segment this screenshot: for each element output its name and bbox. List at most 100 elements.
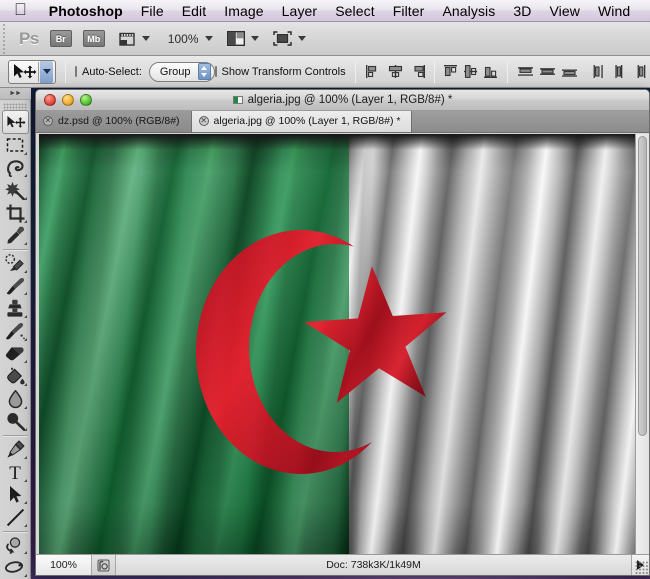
tool-horizontal-type[interactable]: T bbox=[2, 461, 29, 484]
screen-mode-button[interactable] bbox=[272, 31, 306, 46]
tool-line[interactable] bbox=[2, 506, 29, 529]
tool-move[interactable] bbox=[1, 110, 29, 134]
svg-text:T: T bbox=[9, 463, 21, 482]
launch-mini-bridge-button[interactable]: Mb bbox=[82, 30, 105, 47]
distribute-buttons-group bbox=[517, 64, 649, 79]
menu-item-image[interactable]: Image bbox=[215, 3, 272, 19]
line-tool-icon bbox=[6, 508, 24, 527]
tool-eyedropper[interactable] bbox=[2, 225, 29, 248]
menu-item-filter[interactable]: Filter bbox=[384, 3, 434, 19]
apple-icon[interactable]:  bbox=[14, 1, 27, 18]
tool-flyout-corner bbox=[23, 269, 27, 273]
menu-item-select[interactable]: Select bbox=[326, 3, 384, 19]
auto-select-target-dropdown[interactable]: Group bbox=[148, 61, 215, 82]
menu-item-photoshop[interactable]: Photoshop bbox=[40, 3, 132, 19]
arrange-documents-button[interactable] bbox=[226, 31, 259, 46]
menu-item-file[interactable]: File bbox=[132, 3, 173, 19]
image-canvas[interactable] bbox=[39, 134, 647, 554]
tool-preset-chevron-down-icon[interactable] bbox=[40, 60, 53, 83]
close-tab-icon[interactable]: ✕ bbox=[198, 116, 209, 126]
launch-bridge-button[interactable]: Br bbox=[49, 30, 72, 47]
auto-select-checkbox[interactable] bbox=[75, 66, 77, 77]
tool-pen[interactable] bbox=[2, 438, 29, 461]
view-extras-icon bbox=[119, 32, 135, 46]
vertical-scrollbar[interactable] bbox=[635, 134, 649, 554]
distribute-horizontal-centers-icon[interactable] bbox=[612, 64, 628, 79]
tool-spot-healing-brush[interactable] bbox=[2, 252, 29, 275]
options-divider-2 bbox=[354, 60, 356, 83]
brush-tool-icon bbox=[6, 277, 24, 294]
auto-select-label: Auto-Select: bbox=[82, 65, 142, 78]
tool-crop[interactable] bbox=[2, 202, 29, 225]
menu-item-view[interactable]: View bbox=[540, 3, 589, 19]
window-resize-grip[interactable] bbox=[635, 561, 648, 574]
tool-flyout-corner bbox=[23, 151, 27, 155]
auto-select-stepper-icon[interactable] bbox=[197, 63, 211, 80]
document-title-bar[interactable]: algeria.jpg @ 100% (Layer 1, RGB/8#) * bbox=[36, 90, 649, 111]
tool-3d-rotate[interactable] bbox=[2, 534, 29, 557]
status-zoom-field[interactable]: 100% bbox=[36, 554, 92, 575]
show-transform-controls-label: Show Transform Controls bbox=[221, 65, 346, 78]
appbar-zoom-value[interactable]: 100% bbox=[168, 32, 199, 46]
distribute-right-edges-icon[interactable] bbox=[633, 64, 649, 79]
tool-path-selection[interactable] bbox=[2, 484, 29, 507]
appbar-drag-grip[interactable] bbox=[0, 21, 9, 56]
tool-flyout-corner bbox=[23, 174, 27, 178]
current-tool-preset-picker[interactable] bbox=[8, 59, 56, 84]
tool-history-brush[interactable] bbox=[2, 320, 29, 343]
document-info-text[interactable]: Doc: 738k3K/1k49M bbox=[116, 559, 631, 571]
tools-panel-collapse-button[interactable]: ►► bbox=[0, 88, 31, 100]
3d-rotate-tool-icon bbox=[6, 536, 21, 554]
align-horizontal-centers-icon[interactable] bbox=[387, 64, 404, 79]
tool-flyout-corner bbox=[23, 523, 27, 527]
tool-blur[interactable] bbox=[2, 388, 29, 411]
tools-divider-1 bbox=[2, 249, 28, 251]
zoom-chevron-down-icon[interactable] bbox=[204, 36, 213, 41]
pen-tool-icon bbox=[6, 440, 25, 458]
tool-magic-wand[interactable] bbox=[2, 179, 29, 202]
distribute-bottom-edges-icon[interactable] bbox=[561, 64, 578, 79]
align-vertical-centers-icon[interactable] bbox=[463, 64, 478, 79]
align-bottom-edges-icon[interactable] bbox=[483, 64, 498, 79]
tools-panel-drag-grip[interactable] bbox=[3, 102, 27, 111]
align-right-edges-icon[interactable] bbox=[409, 64, 426, 79]
tool-eraser[interactable] bbox=[2, 343, 29, 366]
menu-item-edit[interactable]: Edit bbox=[173, 3, 216, 19]
tool-3d-orbit[interactable] bbox=[2, 556, 29, 579]
document-preview-button[interactable] bbox=[92, 554, 116, 575]
close-tab-icon[interactable]: ✕ bbox=[43, 116, 53, 126]
distribute-vertical-centers-icon[interactable] bbox=[539, 64, 556, 79]
document-tab-dz-psd[interactable]: ✕ dz.psd @ 100% (RGB/8#) bbox=[36, 110, 192, 132]
path-selection-tool-icon bbox=[10, 486, 22, 503]
align-top-edges-icon[interactable] bbox=[443, 64, 458, 79]
tool-paint-bucket[interactable] bbox=[2, 365, 29, 388]
menu-item-window[interactable]: Wind bbox=[589, 3, 639, 19]
tool-flyout-corner bbox=[23, 551, 27, 555]
show-transform-controls-checkbox[interactable] bbox=[214, 66, 217, 77]
move-tool-icon bbox=[14, 63, 37, 78]
distribute-left-edges-icon[interactable] bbox=[591, 64, 607, 79]
tool-flyout-corner bbox=[23, 574, 27, 578]
tool-dodge[interactable] bbox=[2, 411, 29, 434]
document-tab-algeria-jpg[interactable]: ✕ algeria.jpg @ 100% (Layer 1, RGB/8#) * bbox=[191, 110, 413, 132]
distribute-top-edges-icon[interactable] bbox=[517, 64, 534, 79]
tool-lasso[interactable] bbox=[2, 157, 29, 180]
menu-item-layer[interactable]: Layer bbox=[273, 3, 327, 19]
document-tab-strip: ✕ dz.psd @ 100% (RGB/8#) ✕ algeria.jpg @… bbox=[36, 110, 649, 133]
eyedropper-tool-icon bbox=[6, 226, 24, 244]
document-window: algeria.jpg @ 100% (Layer 1, RGB/8#) * ✕… bbox=[35, 89, 650, 576]
vertical-scroll-thumb[interactable] bbox=[638, 136, 647, 436]
tool-clone-stamp[interactable] bbox=[2, 297, 29, 320]
tool-brush[interactable] bbox=[2, 275, 29, 298]
tool-flyout-corner bbox=[23, 219, 27, 223]
toolwell-divider bbox=[38, 61, 39, 82]
menu-item-3d[interactable]: 3D bbox=[504, 3, 540, 19]
tool-options-bar: Auto-Select: Group Show Transform Contro… bbox=[0, 56, 650, 88]
view-extras-button[interactable] bbox=[119, 31, 150, 47]
menu-item-analysis[interactable]: Analysis bbox=[433, 3, 504, 19]
options-divider-3 bbox=[506, 60, 508, 83]
mac-menu-bar:  Photoshop File Edit Image Layer Select… bbox=[0, 0, 650, 22]
options-divider-1 bbox=[65, 60, 66, 83]
align-left-edges-icon[interactable] bbox=[365, 64, 382, 79]
tool-rectangular-marquee[interactable] bbox=[2, 134, 29, 157]
